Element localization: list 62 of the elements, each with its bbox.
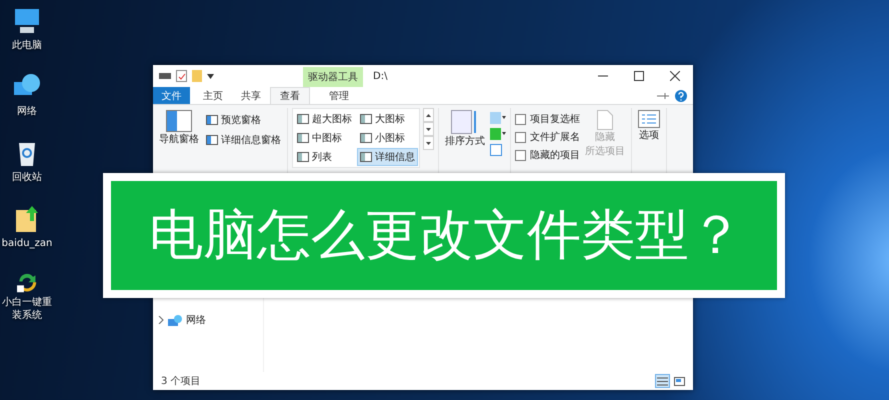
pane-layout-icon — [166, 110, 192, 132]
ribbon-tab[interactable]: 查看 — [270, 87, 310, 104]
layout-icon — [297, 133, 309, 143]
layout-icon — [297, 152, 309, 162]
desktop-icon-label[interactable]: baidu_zan — [0, 237, 54, 250]
checkbox-option[interactable]: 项目复选框 — [515, 112, 580, 126]
ribbon-tab[interactable]: 共享 — [232, 87, 270, 104]
size-columns-icon[interactable] — [490, 144, 502, 156]
banner-title: 电脑怎么更改文件类型？ — [149, 202, 743, 268]
layout-icon — [360, 133, 372, 143]
item-count: 3 个项目 — [161, 375, 201, 388]
up-caret-icon — [426, 114, 431, 116]
monitor-icon — [12, 6, 42, 36]
down-caret-icon — [426, 128, 431, 130]
sort-by-button[interactable]: 排序方式 — [443, 108, 487, 173]
desktop-icon-label[interactable]: 此电脑 — [0, 39, 54, 52]
desktop-icon-label[interactable]: 网络 — [0, 105, 54, 118]
nav-tree-item[interactable]: 网络 — [153, 313, 211, 327]
desktop-icon-label[interactable]: 小白一键重装系统 — [0, 296, 54, 322]
pin-icon[interactable] — [657, 92, 669, 100]
layout-icon — [360, 152, 372, 162]
close-icon — [670, 71, 680, 81]
checkbox-option[interactable]: 文件扩展名 — [515, 130, 580, 144]
options-button[interactable]: 选项 — [636, 108, 662, 173]
add-columns-icon[interactable] — [490, 128, 506, 140]
checkbox-option[interactable]: 隐藏的项目 — [515, 148, 580, 162]
context-tab-header: 驱动器工具 — [303, 67, 363, 87]
details-view-button[interactable] — [655, 374, 670, 388]
list-icon — [657, 376, 668, 386]
maximize-icon — [634, 71, 644, 81]
sort-icon — [451, 110, 479, 134]
layout-option[interactable]: 超大图标 — [294, 110, 355, 128]
scroll-up-button[interactable] — [423, 108, 434, 122]
properties-icon[interactable] — [176, 70, 187, 82]
pane-icon — [206, 135, 218, 145]
pane-toggle-button[interactable]: 详细信息窗格 — [204, 132, 283, 148]
layout-option[interactable]: 中图标 — [294, 129, 355, 147]
ribbon-tab[interactable]: 主页 — [194, 87, 232, 104]
layout-option[interactable]: 列表 — [294, 148, 355, 166]
drive-icon — [159, 73, 171, 79]
thumbnail-view-button[interactable] — [672, 374, 687, 388]
down-caret-icon — [426, 141, 431, 145]
ribbon-tab[interactable]: 文件 — [153, 87, 190, 104]
dropdown-caret-icon[interactable] — [207, 74, 214, 78]
group-by-icon[interactable] — [490, 112, 506, 124]
pane-icon — [206, 115, 218, 125]
thumbnail-icon — [674, 376, 685, 386]
scroll-down-button[interactable] — [423, 122, 434, 136]
document-icon — [597, 110, 613, 130]
navigation-pane-button[interactable]: 导航窗格 — [157, 108, 201, 173]
layout-option[interactable]: 详细信息 — [357, 148, 418, 166]
window-title: D:\ — [372, 70, 388, 84]
layout-option[interactable]: 小图标 — [357, 129, 418, 147]
list-icon — [638, 110, 660, 128]
network-icon — [168, 314, 182, 326]
layout-option[interactable]: 大图标 — [357, 110, 418, 128]
desktop-icon-label[interactable]: 回收站 — [0, 171, 54, 184]
help-icon[interactable] — [675, 90, 687, 102]
expand-gallery-button[interactable] — [423, 136, 434, 150]
layout-icon — [360, 114, 372, 124]
layout-icon — [297, 114, 309, 124]
pane-toggle-button[interactable]: 预览窗格 — [204, 112, 283, 128]
